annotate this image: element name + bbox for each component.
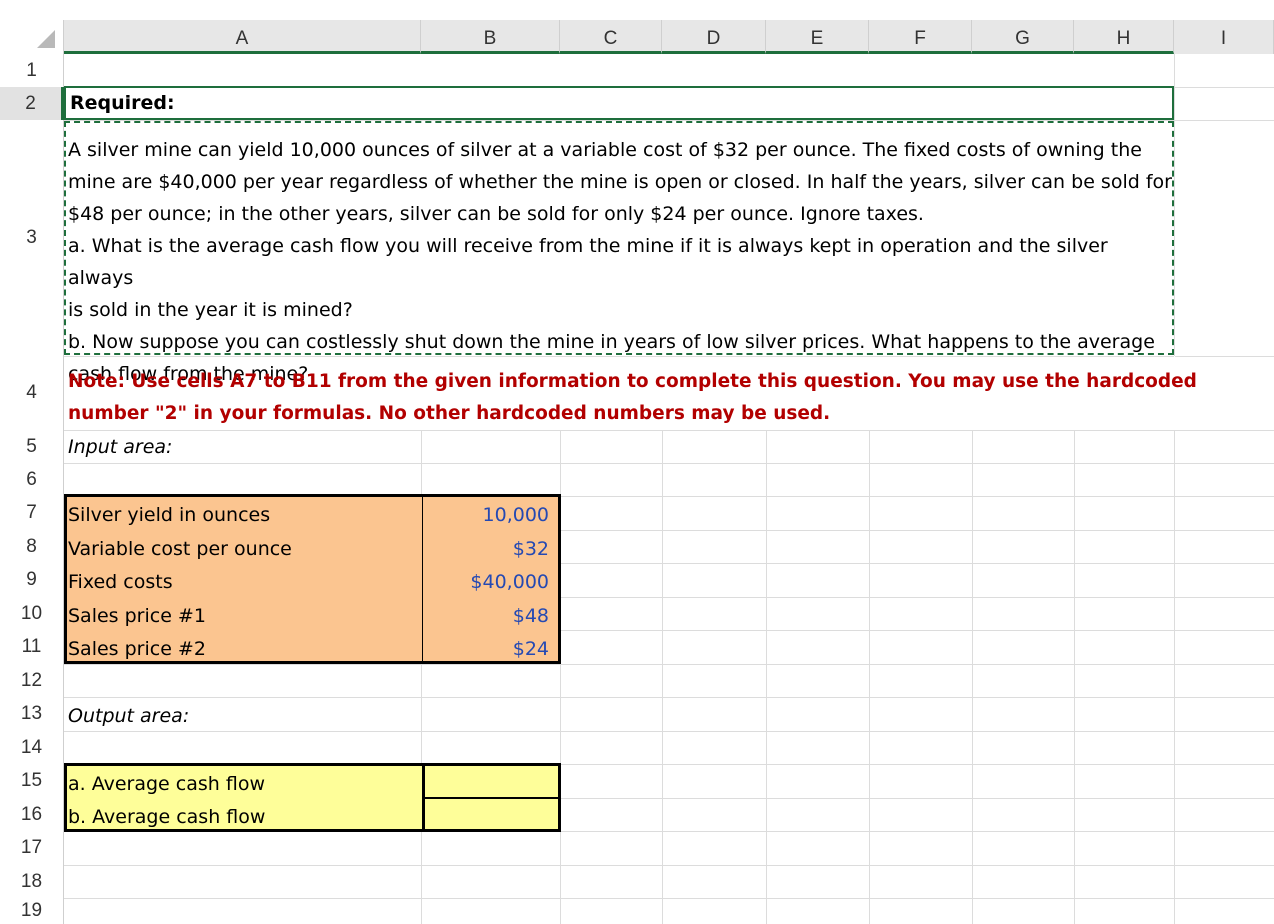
problem-line: mine are $40,000 per year regardless of … xyxy=(68,171,1172,193)
problem-line: A silver mine can yield 10,000 ounces of… xyxy=(68,139,1142,161)
row-header-1[interactable]: 1 xyxy=(0,54,64,87)
column-header-e[interactable]: E xyxy=(766,20,869,54)
row-header-4[interactable]: 4 xyxy=(0,356,64,430)
row-header-19[interactable]: 19 xyxy=(0,898,64,924)
problem-text: A silver mine can yield 10,000 ounces of… xyxy=(68,134,1172,390)
output-label-cell[interactable]: b. Average cash flow xyxy=(68,799,418,832)
row-header-11[interactable]: 11 xyxy=(0,630,64,664)
output-area-label[interactable]: Output area: xyxy=(68,698,408,731)
column-header-f[interactable]: F xyxy=(869,20,972,54)
input-value-cell[interactable]: $40,000 xyxy=(421,565,557,598)
row-header-6[interactable]: 6 xyxy=(0,463,64,496)
column-header-c[interactable]: C xyxy=(560,20,662,54)
row-header-7[interactable]: 7 xyxy=(0,496,64,530)
input-value-cell[interactable]: 10,000 xyxy=(421,498,557,531)
output-value-cell-b[interactable] xyxy=(423,799,557,829)
input-area-label[interactable]: Input area: xyxy=(68,430,408,463)
toolbar-strip xyxy=(0,0,1274,20)
problem-line: b. Now suppose you can costlessly shut d… xyxy=(68,331,1155,353)
input-label-cell[interactable]: Sales price #1 xyxy=(68,599,418,632)
row-header-16[interactable]: 16 xyxy=(0,798,64,831)
required-label: Required: xyxy=(70,92,175,114)
row-header-12[interactable]: 12 xyxy=(0,664,64,697)
note-line: number "2" in your formulas. No other ha… xyxy=(68,403,831,424)
row-header-5[interactable]: 5 xyxy=(0,430,64,463)
row-header-10[interactable]: 10 xyxy=(0,597,64,630)
input-label-cell[interactable]: Variable cost per ounce xyxy=(68,532,418,565)
row-header-9[interactable]: 9 xyxy=(0,563,64,597)
problem-line: $48 per ounce; in the other years, silve… xyxy=(68,203,924,225)
input-label-cell[interactable]: Fixed costs xyxy=(68,565,418,598)
input-label-cell[interactable]: Silver yield in ounces xyxy=(68,498,418,531)
column-header-d[interactable]: D xyxy=(662,20,766,54)
input-value-cell[interactable]: $32 xyxy=(421,532,557,565)
row-header-3[interactable]: 3 xyxy=(0,120,64,356)
output-value-cell-a[interactable] xyxy=(423,766,557,796)
required-heading-cell[interactable]: Required: xyxy=(64,86,1174,120)
select-all-triangle-icon xyxy=(37,30,55,48)
column-header-a[interactable]: A xyxy=(64,20,421,54)
note-cell[interactable]: Note: Use cells A7 to B11 from the given… xyxy=(68,366,1197,430)
row-header-13[interactable]: 13 xyxy=(0,697,64,731)
row-header-14[interactable]: 14 xyxy=(0,731,64,764)
column-header-g[interactable]: G xyxy=(972,20,1074,54)
note-line: Note: Use cells A7 to B11 from the given… xyxy=(68,371,1197,392)
output-label-cell[interactable]: a. Average cash flow xyxy=(68,766,418,799)
row-header-15[interactable]: 15 xyxy=(0,764,64,798)
column-header-b[interactable]: B xyxy=(421,20,560,54)
column-header-h[interactable]: H xyxy=(1074,20,1174,54)
row-header-18[interactable]: 18 xyxy=(0,865,64,898)
row-header-17[interactable]: 17 xyxy=(0,831,64,865)
column-header-i[interactable]: I xyxy=(1174,20,1274,54)
problem-text-cell[interactable]: A silver mine can yield 10,000 ounces of… xyxy=(64,121,1174,385)
input-value-cell[interactable]: $48 xyxy=(421,599,557,632)
problem-line: is sold in the year it is mined? xyxy=(68,299,353,321)
select-all-corner[interactable] xyxy=(0,20,64,54)
input-value-cell[interactable]: $24 xyxy=(421,632,557,662)
row-header-2[interactable]: 2 xyxy=(0,87,64,120)
row-header-8[interactable]: 8 xyxy=(0,530,64,563)
problem-line: a. What is the average cash flow you wil… xyxy=(68,235,1108,289)
input-label-cell[interactable]: Sales price #2 xyxy=(68,632,418,665)
